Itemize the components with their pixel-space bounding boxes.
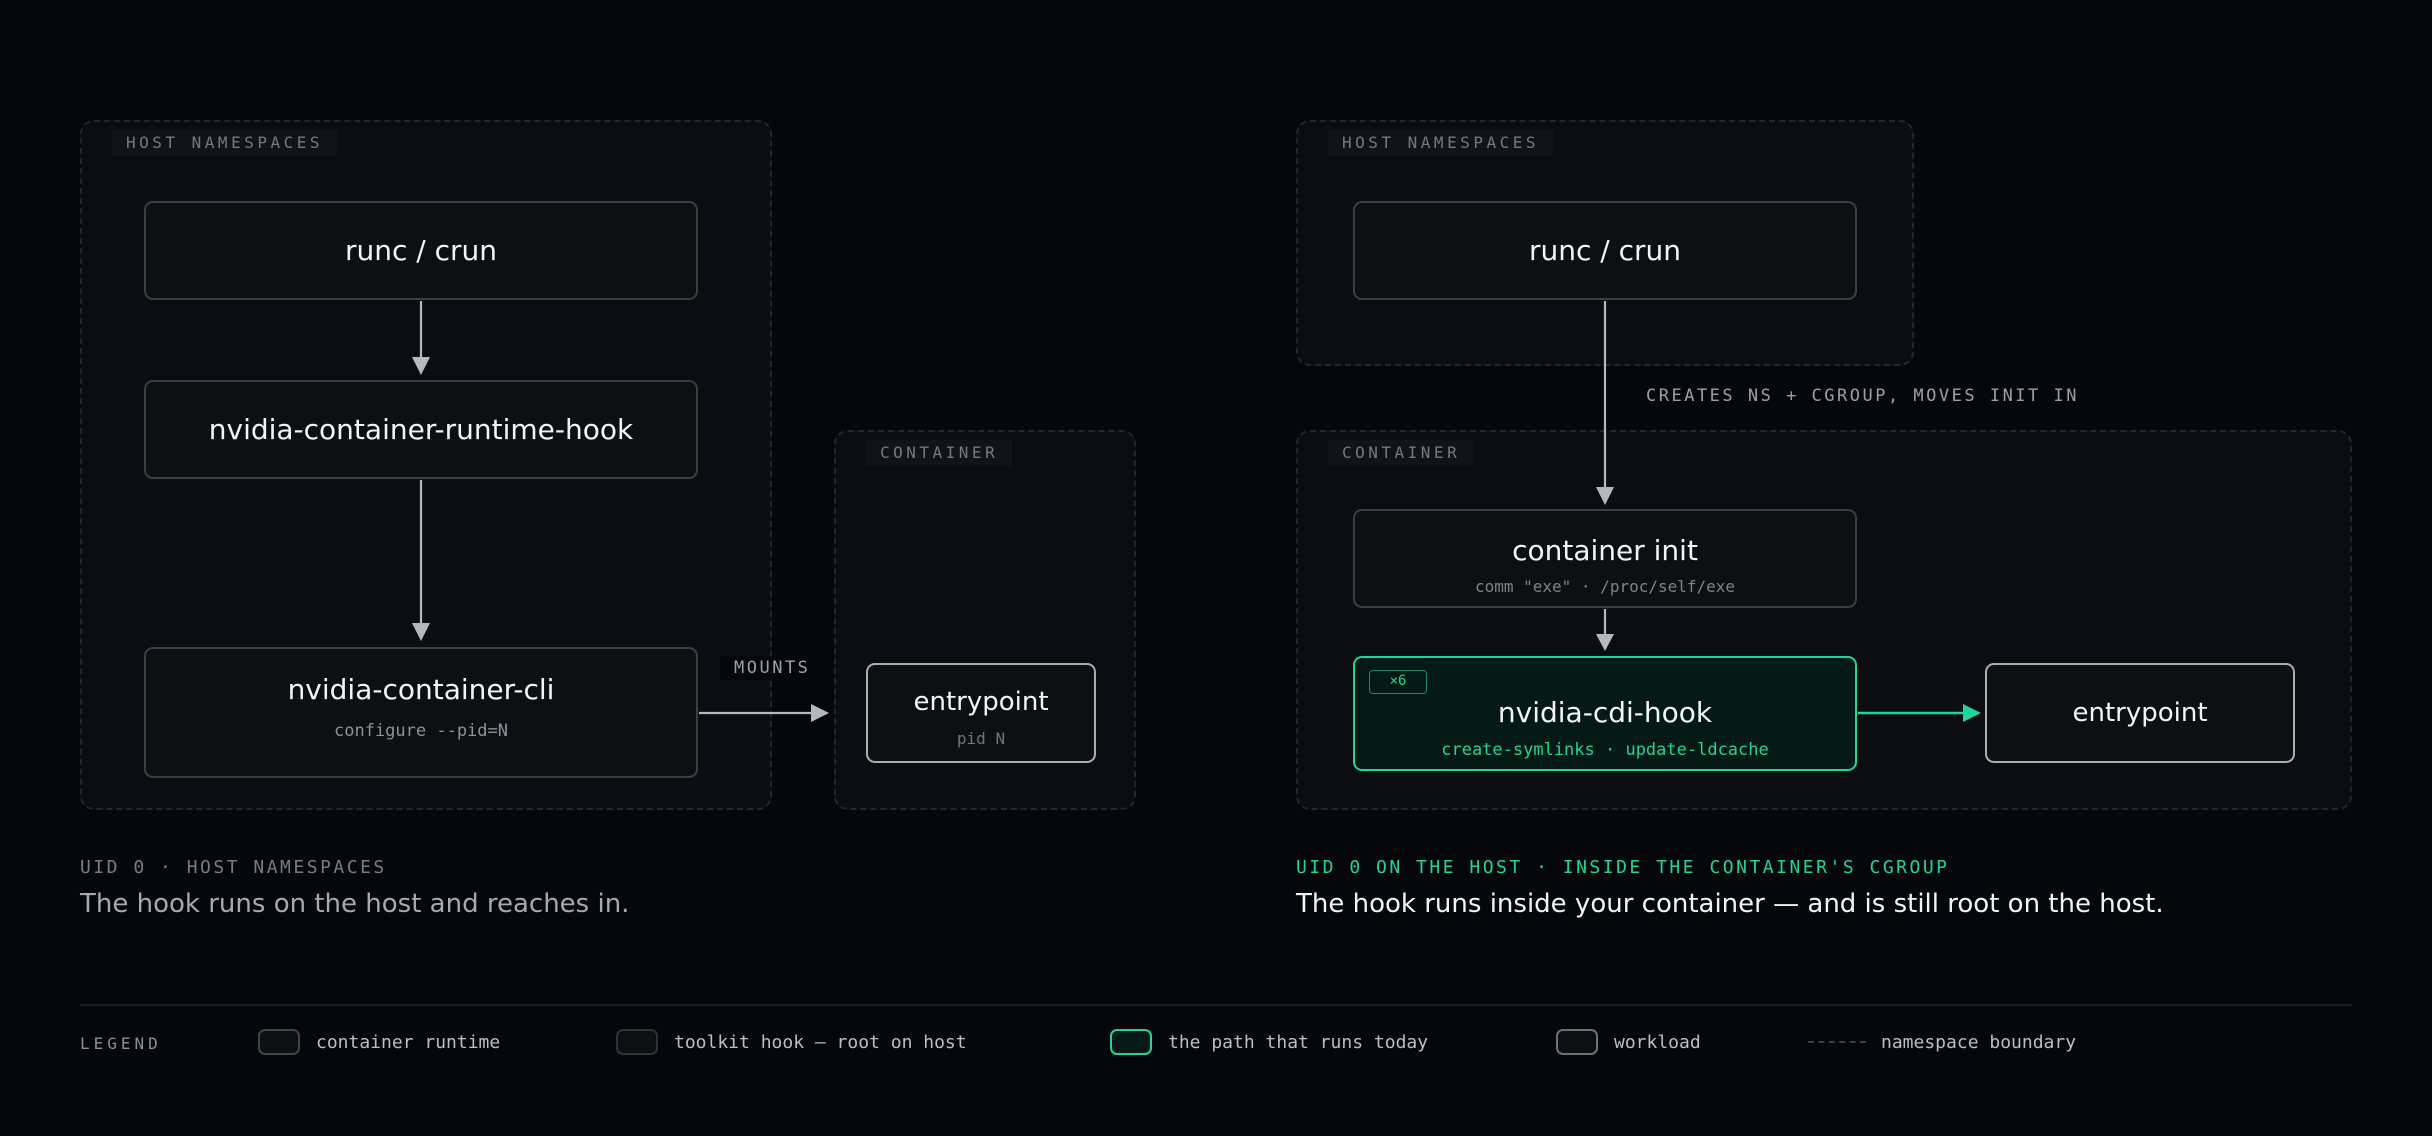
legend-swatch-namespace-boundary (1808, 1041, 1866, 1043)
right-runtime-box[interactable]: runc / crun (1353, 201, 1857, 300)
run-count-badge: ×6 (1369, 670, 1427, 694)
legend-text-container-runtime: container runtime (316, 1032, 501, 1053)
mounts-label: MOUNTS (720, 656, 825, 680)
container-init-box[interactable]: container init comm "exe" · /proc/self/e… (1353, 509, 1857, 608)
legend-swatch-container-runtime (258, 1029, 300, 1055)
legend-swatch-toolkit-hook (616, 1029, 658, 1055)
left-entrypoint-box[interactable]: entrypoint pid N (866, 663, 1096, 763)
nvidia-cdi-hook-box[interactable]: ×6 nvidia-cdi-hook create-symlinks · upd… (1353, 656, 1857, 771)
right-entrypoint-box[interactable]: entrypoint (1985, 663, 2295, 763)
right-caption-text: The hook runs inside your container — an… (1296, 889, 2164, 919)
left-container-namespace-label: CONTAINER (866, 440, 1013, 466)
legend-swatch-active-path (1110, 1029, 1152, 1055)
left-runtime-hook-box[interactable]: nvidia-container-runtime-hook (144, 380, 698, 479)
arrowhead-cli-to-entrypoint (811, 704, 829, 722)
container-init-title: container init (1512, 534, 1698, 567)
left-container-cli-subtitle: configure --pid=N (334, 721, 508, 741)
legend-text-workload: workload (1614, 1032, 1701, 1053)
left-caption-text: The hook runs on the host and reaches in… (80, 889, 630, 919)
right-caption-tag: UID 0 ON THE HOST · INSIDE THE CONTAINER… (1296, 857, 1950, 878)
left-entrypoint-title: entrypoint (913, 687, 1049, 717)
legend-label: LEGEND (80, 1034, 162, 1053)
legend-swatch-workload (1556, 1029, 1598, 1055)
nvidia-cdi-hook-subtitle: create-symlinks · update-ldcache (1441, 740, 1769, 760)
left-runtime-hook-title: nvidia-container-runtime-hook (208, 413, 634, 446)
right-container-namespace-label: CONTAINER (1328, 440, 1475, 466)
left-runtime-title: runc / crun (344, 234, 498, 267)
creates-ns-label: CREATES NS + CGROUP, MOVES INIT IN (1646, 386, 2079, 406)
left-runtime-box[interactable]: runc / crun (144, 201, 698, 300)
left-entrypoint-subtitle: pid N (956, 729, 1006, 748)
container-init-subtitle: comm "exe" · /proc/self/exe (1474, 577, 1736, 596)
left-container-cli-box[interactable]: nvidia-container-cli configure --pid=N (144, 647, 698, 778)
right-host-namespace-label: HOST NAMESPACES (1328, 130, 1553, 156)
legend-text-active-path: the path that runs today (1168, 1032, 1429, 1053)
legend-text-toolkit-hook: toolkit hook — root on host (674, 1032, 967, 1053)
right-runtime-title: runc / crun (1528, 234, 1682, 267)
legend-text-namespace-boundary: namespace boundary (1881, 1032, 2077, 1053)
left-caption-tag: UID 0 · HOST NAMESPACES (80, 857, 387, 878)
right-entrypoint-title: entrypoint (2072, 698, 2208, 728)
left-container-cli-title: nvidia-container-cli (287, 673, 555, 706)
left-host-namespace-label: HOST NAMESPACES (112, 130, 337, 156)
nvidia-cdi-hook-title: nvidia-cdi-hook (1497, 696, 1713, 729)
